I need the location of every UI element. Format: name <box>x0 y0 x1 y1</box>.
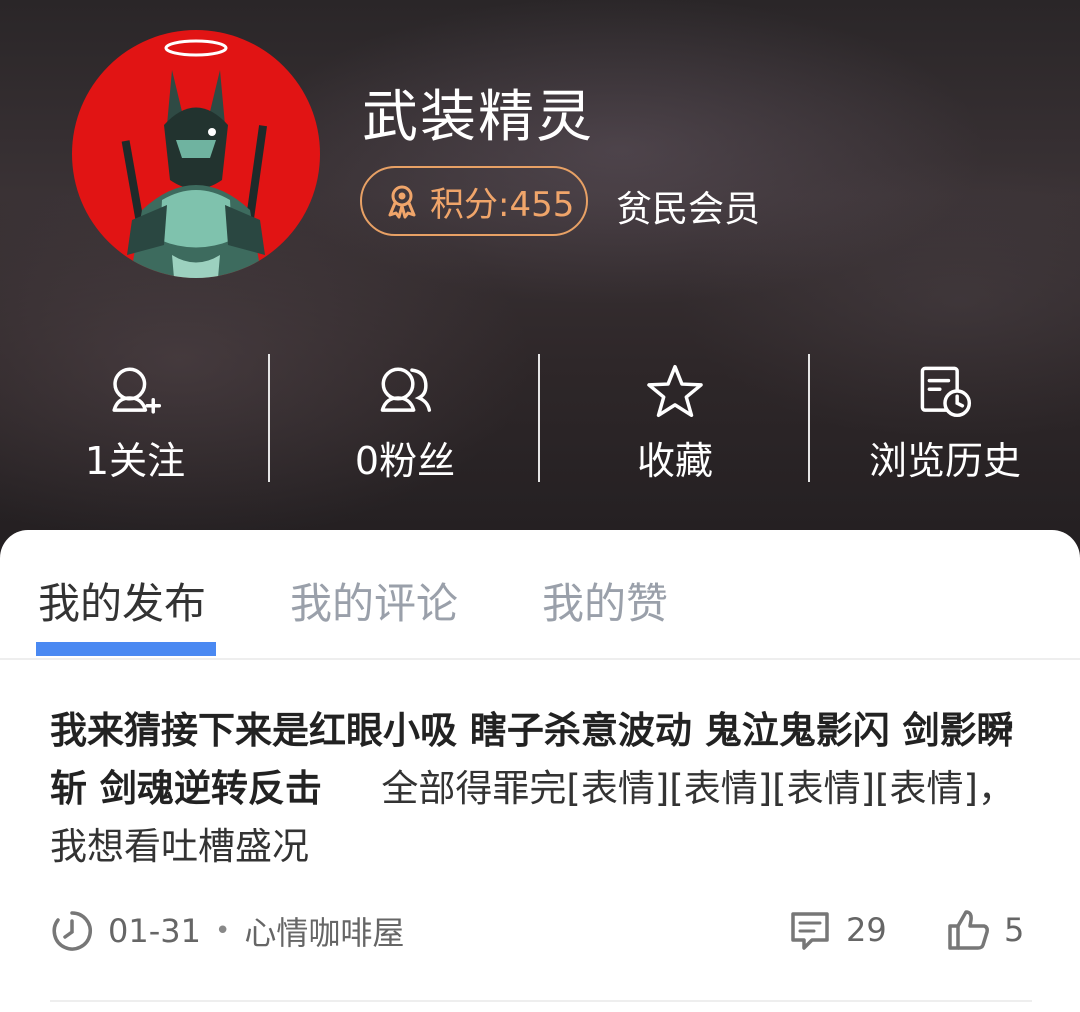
tab-bar: 我的发布 我的评论 我的赞 <box>0 530 1080 660</box>
post-comments[interactable]: 29 <box>788 908 887 952</box>
tab-my-posts[interactable]: 我的发布 <box>38 570 206 631</box>
avatar-robot-image <box>121 39 268 278</box>
points-badge[interactable]: 积分:455 <box>360 166 588 236</box>
post-comments-count: 29 <box>846 911 887 949</box>
profile-header: 武装精灵 积分:455 贫民会员 1关注 0粉丝 收藏 浏览历史 <box>0 0 1080 560</box>
stats-bar: 1关注 0粉丝 收藏 浏览历史 <box>0 350 1080 485</box>
divider <box>50 1000 1032 1002</box>
points-value: 积分:455 <box>430 184 575 225</box>
content-panel: 我的发布 我的评论 我的赞 我来猜接下来是红眼小吸 瞎子杀意波动 鬼泣鬼影闪 剑… <box>0 530 1080 1012</box>
clock-icon <box>52 911 92 951</box>
user-plus-icon <box>112 367 162 414</box>
username: 武装精灵 <box>362 85 594 150</box>
tab-my-likes[interactable]: 我的赞 <box>542 570 668 631</box>
comment-icon <box>791 912 829 950</box>
medal-icon <box>388 185 416 219</box>
post-date-text: 01-31 <box>108 912 201 950</box>
history-icon <box>920 366 972 418</box>
post-likes[interactable]: 5 <box>946 908 1024 952</box>
avatar[interactable] <box>72 30 320 278</box>
stat-favorites-label: 收藏 <box>636 439 713 483</box>
post-content: 我来猜接下来是红眼小吸 瞎子杀意波动 鬼泣鬼影闪 剑影瞬斩 剑魂逆转反击 全部得… <box>50 702 1030 876</box>
stat-history-label: 浏览历史 <box>868 439 1021 483</box>
active-tab-indicator <box>36 642 216 656</box>
thumbs-up-icon <box>948 910 989 950</box>
stat-following-label: 1关注 <box>84 439 186 483</box>
stat-following[interactable]: 1关注 <box>0 350 270 485</box>
star-icon <box>647 364 703 418</box>
stat-fans-label: 0粉丝 <box>354 439 456 483</box>
post-meta: 01-31 • 心情咖啡屋 29 5 <box>50 908 1040 964</box>
post-item[interactable]: 我来猜接下来是红眼小吸 瞎子杀意波动 鬼泣鬼影闪 剑影瞬斩 剑魂逆转反击 全部得… <box>50 702 1030 876</box>
stat-fans[interactable]: 0粉丝 <box>270 350 540 485</box>
member-level: 贫民会员 <box>616 189 761 230</box>
separator-dot: • <box>214 916 231 946</box>
post-date: 01-31 • 心情咖啡屋 <box>50 908 404 954</box>
tab-my-comments[interactable]: 我的评论 <box>290 570 458 631</box>
stat-favorites[interactable]: 收藏 <box>540 350 810 485</box>
post-likes-count: 5 <box>1004 911 1025 949</box>
post-forum[interactable]: 心情咖啡屋 <box>244 908 404 954</box>
stat-history[interactable]: 浏览历史 <box>810 350 1080 485</box>
users-icon <box>380 367 432 412</box>
